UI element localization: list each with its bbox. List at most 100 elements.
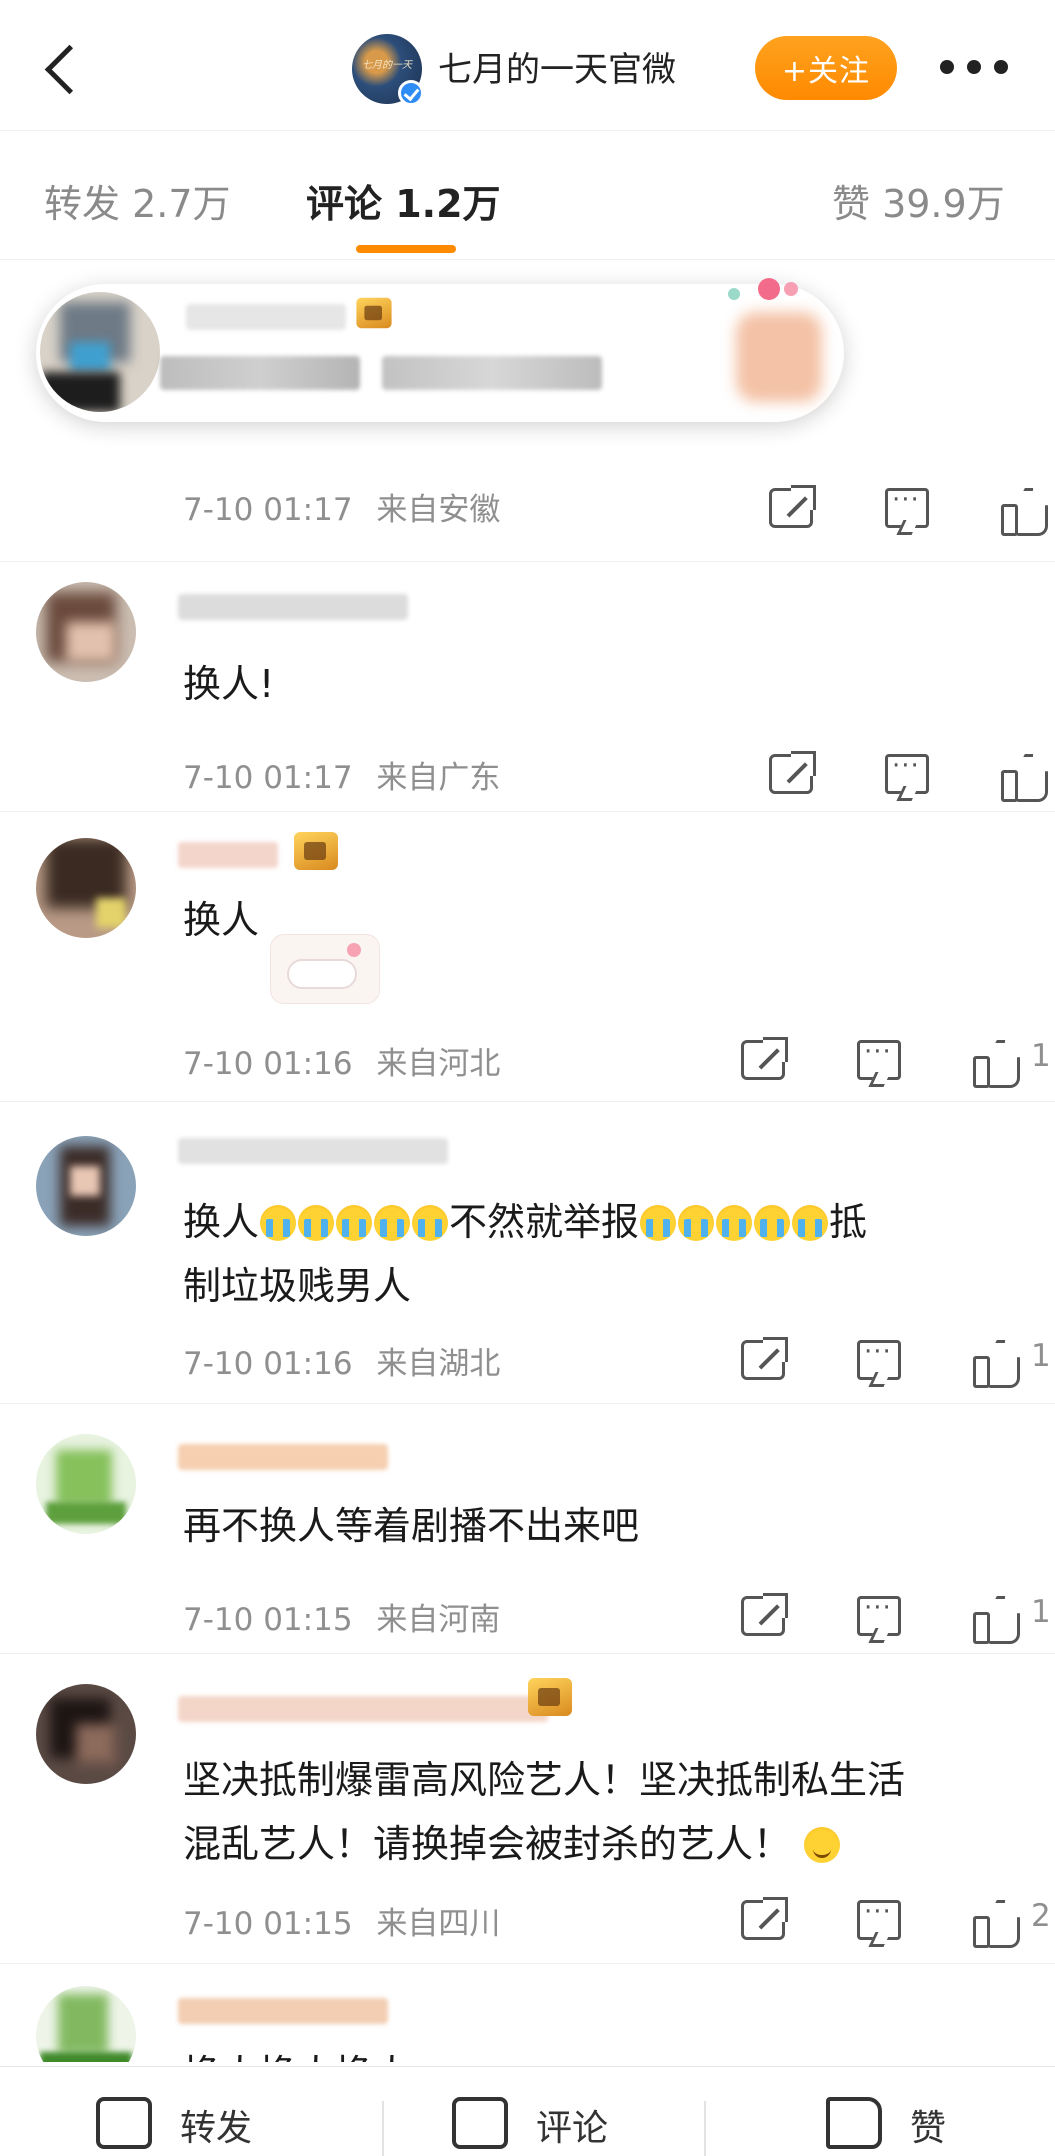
active-tab-indicator bbox=[356, 245, 456, 253]
user-avatar[interactable] bbox=[36, 838, 136, 938]
verified-badge-icon bbox=[398, 80, 424, 106]
comment-list[interactable]: 7-10 01:17 来自安徽 换人! 7-10 01:17 来自广东 bbox=[0, 262, 1055, 2062]
like-icon[interactable] bbox=[973, 1340, 1019, 1388]
comment-meta: 7-10 01:15 来自河南 bbox=[183, 1594, 500, 1639]
share-icon[interactable] bbox=[769, 485, 816, 528]
comment-item: 再不换人等着剧播不出来吧 7-10 01:15 来自河南 1 bbox=[0, 1404, 1055, 1654]
comment-text: 换人! bbox=[183, 662, 275, 706]
floating-comment-card bbox=[36, 278, 844, 422]
username-blurred[interactable] bbox=[186, 304, 346, 330]
share-icon[interactable] bbox=[741, 1337, 788, 1380]
comment-item: 换人换人换人 bbox=[0, 1964, 1055, 2062]
comment-time: 7-10 01:17 bbox=[183, 492, 353, 528]
comment-actions: 1 bbox=[697, 1332, 1055, 1392]
comment-meta: 7-10 01:17 来自广东 bbox=[183, 752, 500, 797]
comment-text: 再不换人等着剧播不出来吧 bbox=[183, 1504, 640, 1548]
comment-time: 7-10 01:15 bbox=[183, 1906, 353, 1942]
username-blurred[interactable] bbox=[178, 1696, 548, 1722]
user-avatar[interactable] bbox=[36, 1136, 136, 1236]
comment-actions: 1 bbox=[697, 1032, 1055, 1092]
comment-time: 7-10 01:16 bbox=[183, 1046, 353, 1082]
like-icon[interactable] bbox=[1001, 754, 1047, 802]
comment-location: 来自广东 bbox=[376, 760, 501, 796]
comment-meta: 7-10 01:16 来自湖北 bbox=[183, 1338, 500, 1383]
comment-meta: 7-10 01:17 来自安徽 bbox=[183, 484, 500, 529]
crying-emoji-icon bbox=[792, 1205, 829, 1241]
comment-location: 来自四川 bbox=[376, 1906, 501, 1942]
top-navigation-bar: 七月的一天 七月的一天官微 +关注 bbox=[0, 0, 1055, 130]
divider bbox=[382, 2101, 384, 2156]
crying-emoji-icon bbox=[374, 1205, 411, 1241]
user-avatar[interactable] bbox=[36, 1434, 136, 1534]
cat-sticker-image bbox=[270, 934, 380, 1004]
comment-button[interactable]: 评论 bbox=[452, 2087, 672, 2156]
comment-location: 来自安徽 bbox=[376, 492, 501, 528]
share-icon[interactable] bbox=[741, 1897, 788, 1940]
level-badge-icon bbox=[356, 297, 392, 329]
account-name[interactable]: 七月的一天官微 bbox=[438, 42, 676, 91]
like-icon[interactable] bbox=[1001, 488, 1047, 536]
username-blurred[interactable] bbox=[178, 594, 408, 620]
avatar-logo-text: 七月的一天 bbox=[362, 60, 412, 71]
comment-label: 评论 bbox=[536, 2108, 609, 2149]
like-count: 2 bbox=[1031, 1898, 1051, 1934]
reply-icon[interactable] bbox=[885, 485, 929, 528]
like-count: 1 bbox=[1031, 1338, 1051, 1374]
tab-comments[interactable]: 评论 1.2万 bbox=[306, 173, 501, 228]
reply-icon[interactable] bbox=[857, 1593, 901, 1636]
reply-icon[interactable] bbox=[885, 751, 929, 794]
reply-icon[interactable] bbox=[857, 1897, 901, 1940]
like-icon bbox=[826, 2097, 882, 2149]
back-arrow-icon[interactable] bbox=[38, 38, 88, 98]
username-blurred[interactable] bbox=[178, 1138, 448, 1164]
crying-emoji-icon bbox=[260, 1205, 297, 1241]
reply-icon[interactable] bbox=[857, 1337, 901, 1380]
comment-actions: 2 bbox=[697, 1892, 1055, 1952]
like-count: 1 bbox=[1031, 1594, 1051, 1630]
share-icon[interactable] bbox=[769, 751, 816, 794]
heart-reaction-icon bbox=[728, 278, 846, 434]
comment-meta: 7-10 01:15 来自四川 bbox=[183, 1898, 500, 1943]
like-icon[interactable] bbox=[973, 1900, 1019, 1948]
repost-button[interactable]: 转发 bbox=[96, 2087, 316, 2156]
comment-actions bbox=[725, 746, 1055, 806]
comment-location: 来自河北 bbox=[376, 1046, 501, 1082]
share-icon[interactable] bbox=[741, 1593, 788, 1636]
comment-actions bbox=[725, 480, 1055, 540]
like-count: 1 bbox=[1031, 1038, 1051, 1074]
user-avatar[interactable] bbox=[40, 292, 160, 412]
repost-icon bbox=[96, 2097, 152, 2149]
comment-time: 7-10 01:16 bbox=[183, 1346, 353, 1382]
comment-time: 7-10 01:15 bbox=[183, 1602, 353, 1638]
crying-emoji-icon bbox=[298, 1205, 335, 1241]
comment-time: 7-10 01:17 bbox=[183, 760, 353, 796]
user-avatar[interactable] bbox=[36, 1684, 136, 1784]
like-button[interactable]: 赞 bbox=[826, 2087, 1026, 2156]
like-icon[interactable] bbox=[973, 1596, 1019, 1644]
comment-item: 换人! 7-10 01:17 来自广东 bbox=[0, 562, 1055, 812]
user-avatar[interactable] bbox=[36, 1986, 136, 2062]
comment-location: 来自湖北 bbox=[376, 1346, 501, 1382]
crying-emoji-icon bbox=[716, 1205, 753, 1241]
comment-text-blurred bbox=[160, 356, 360, 390]
reply-icon[interactable] bbox=[857, 1037, 901, 1080]
bottom-action-bar: 转发 评论 赞 bbox=[0, 2066, 1055, 2156]
more-options-icon[interactable] bbox=[940, 60, 1010, 76]
user-avatar[interactable] bbox=[36, 582, 136, 682]
like-icon[interactable] bbox=[973, 1040, 1019, 1088]
tab-reposts[interactable]: 转发 2.7万 bbox=[44, 173, 231, 228]
tab-likes[interactable]: 赞 39.9万 bbox=[832, 173, 1005, 228]
crying-emoji-icon bbox=[336, 1205, 373, 1241]
level-badge-icon bbox=[294, 832, 338, 870]
comment-meta: 7-10 01:16 来自河北 bbox=[183, 1038, 500, 1083]
crying-emoji-icon bbox=[640, 1205, 677, 1241]
follow-button[interactable]: +关注 bbox=[755, 36, 897, 100]
username-blurred[interactable] bbox=[178, 1998, 388, 2024]
username-blurred[interactable] bbox=[178, 1444, 388, 1470]
comment-text: 换人 不然就举报抵制垃圾贱男人 bbox=[183, 1200, 868, 1308]
comment-location: 来自河南 bbox=[376, 1602, 501, 1638]
username-blurred[interactable] bbox=[178, 842, 278, 868]
level-badge-icon bbox=[528, 1678, 572, 1716]
share-icon[interactable] bbox=[741, 1037, 788, 1080]
comment-item: 7-10 01:17 来自安徽 bbox=[0, 262, 1055, 562]
